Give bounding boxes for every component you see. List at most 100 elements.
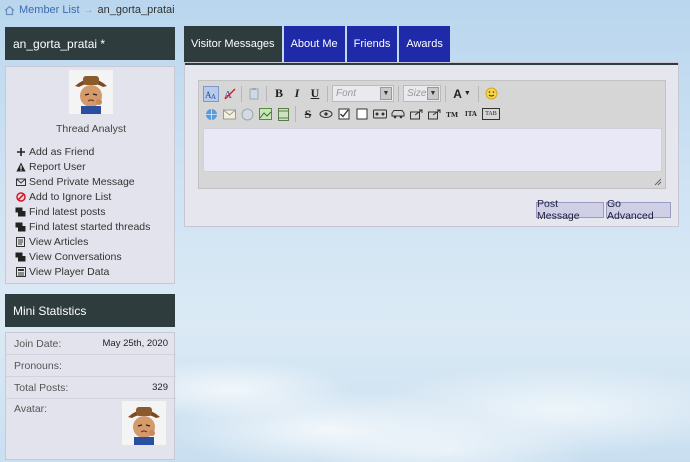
car-icon[interactable]: [390, 106, 406, 122]
stat-label: Pronouns:: [14, 359, 62, 372]
tab-underline: [185, 63, 678, 65]
email-icon[interactable]: [221, 106, 237, 122]
checkbox-checked-icon[interactable]: [336, 106, 352, 122]
size-select[interactable]: Size ▼: [403, 85, 441, 102]
action-label: Add to Ignore List: [29, 190, 112, 203]
post-message-button[interactable]: Post Message: [536, 198, 604, 222]
stat-row-total-posts: Total Posts: 329: [6, 377, 176, 399]
remove-format-icon[interactable]: A: [221, 86, 237, 102]
mini-statistics-header: Mini Statistics: [5, 294, 175, 327]
toolbar-separator: [266, 85, 267, 102]
envelope-icon: [15, 176, 26, 187]
resize-grip-icon[interactable]: [654, 177, 662, 186]
message-textarea[interactable]: [203, 128, 662, 172]
action-label: View Articles: [29, 235, 89, 248]
document-icon: [15, 236, 26, 247]
image-icon[interactable]: [239, 106, 255, 122]
svg-text:A: A: [211, 93, 216, 100]
conversation-icon: [15, 251, 26, 262]
wysiwyg-toggle-icon[interactable]: AA: [203, 85, 219, 102]
font-select[interactable]: Font ▼: [332, 85, 394, 102]
data-icon: [15, 266, 26, 277]
text-color-button[interactable]: A ▼: [450, 86, 474, 102]
breadcrumb-current: an_gorta_pratai: [97, 4, 175, 16]
spoiler-icon[interactable]: [318, 106, 334, 122]
report-user-link[interactable]: Report User: [15, 159, 150, 174]
block-icon: [15, 191, 26, 202]
action-label: Report User: [29, 160, 86, 173]
link-icon[interactable]: [203, 106, 219, 122]
action-label: View Conversations: [29, 250, 122, 263]
send-private-message-link[interactable]: Send Private Message: [15, 174, 150, 189]
action-label: Add as Friend: [29, 145, 95, 158]
text-color-label: A: [453, 86, 462, 101]
visitor-messages-panel: AA A B I U Font ▼ Size ▼ A ▼ S TM ITA TA…: [184, 62, 679, 227]
stat-value: May 25th, 2020: [102, 338, 169, 349]
paste-icon[interactable]: [246, 86, 262, 102]
add-friend-link[interactable]: Add as Friend: [15, 144, 150, 159]
tab-awards[interactable]: Awards: [399, 26, 450, 62]
smiley-icon[interactable]: [483, 86, 499, 102]
size-select-label: Size: [407, 88, 427, 99]
stat-label: Join Date:: [14, 337, 62, 350]
profile-username-header: an_gorta_pratai *: [5, 27, 175, 60]
action-label: Send Private Message: [29, 175, 135, 188]
profile-panel: Thread Analyst Add as Friend Report User…: [5, 66, 175, 284]
mini-statistics-title: Mini Statistics: [13, 303, 87, 318]
picture-icon[interactable]: [257, 106, 273, 122]
tab-visitor-messages[interactable]: Visitor Messages: [184, 26, 282, 62]
tape-icon[interactable]: [372, 106, 388, 122]
toolbar-separator: [398, 85, 399, 102]
toolbar-separator: [478, 85, 479, 102]
breadcrumb-separator: →: [83, 4, 94, 16]
tab-friends[interactable]: Friends: [346, 26, 398, 62]
threads-icon: [15, 221, 26, 232]
find-latest-threads-link[interactable]: Find latest started threads: [15, 219, 150, 234]
tab-about-me[interactable]: About Me: [283, 26, 345, 62]
view-conversations-link[interactable]: View Conversations: [15, 249, 150, 264]
toolbar-separator: [241, 85, 242, 102]
chevron-down-icon: ▼: [427, 87, 439, 100]
tab-button[interactable]: TAB: [482, 108, 500, 120]
toolbar-separator: [295, 106, 296, 122]
trademark-button[interactable]: TM: [444, 106, 460, 122]
checkbox-empty-icon[interactable]: [354, 106, 370, 122]
font-select-label: Font: [336, 88, 357, 99]
editor-toolbar-row-1: AA A B I U Font ▼ Size ▼ A ▼: [203, 85, 499, 102]
quote-icon[interactable]: [408, 106, 424, 122]
stat-label: Total Posts:: [14, 381, 69, 394]
view-player-data-link[interactable]: View Player Data: [15, 264, 150, 279]
posts-icon: [15, 206, 26, 217]
bold-button[interactable]: B: [271, 86, 287, 102]
plus-icon: [15, 146, 26, 157]
username: an_gorta_pratai *: [13, 36, 106, 51]
action-label: Find latest started threads: [29, 220, 151, 233]
stat-row-pronouns: Pronouns:: [6, 355, 176, 377]
share-icon[interactable]: [426, 106, 442, 122]
toolbar-separator: [445, 85, 446, 102]
editor-toolbar-row-2: S TM ITA TAB: [203, 106, 500, 122]
video-icon[interactable]: [275, 106, 291, 122]
go-advanced-button[interactable]: Go Advanced: [606, 198, 671, 222]
breadcrumb-member-list[interactable]: Member List: [19, 4, 80, 16]
strikethrough-button[interactable]: S: [300, 106, 316, 122]
action-label: View Player Data: [29, 265, 110, 278]
mini-statistics-panel: Join Date: May 25th, 2020 Pronouns: Tota…: [5, 332, 176, 460]
view-articles-link[interactable]: View Articles: [15, 234, 150, 249]
find-latest-posts-link[interactable]: Find latest posts: [15, 204, 150, 219]
ita-button[interactable]: ITA: [462, 106, 480, 122]
message-editor: AA A B I U Font ▼ Size ▼ A ▼ S TM ITA TA…: [198, 80, 666, 189]
warning-icon: [15, 161, 26, 172]
chevron-down-icon: ▼: [380, 87, 392, 100]
breadcrumb: Member List → an_gorta_pratai: [4, 3, 175, 17]
chevron-down-icon: ▼: [463, 90, 471, 97]
italic-button[interactable]: I: [289, 86, 305, 102]
stat-value: 329: [152, 382, 168, 393]
underline-button[interactable]: U: [307, 86, 323, 102]
add-to-ignore-list-link[interactable]: Add to Ignore List: [15, 189, 150, 204]
stat-row-join-date: Join Date: May 25th, 2020: [6, 333, 176, 355]
home-icon[interactable]: [4, 5, 15, 16]
avatar[interactable]: [122, 401, 166, 445]
profile-actions: Add as Friend Report User Send Private M…: [15, 144, 150, 279]
avatar[interactable]: [69, 70, 113, 114]
